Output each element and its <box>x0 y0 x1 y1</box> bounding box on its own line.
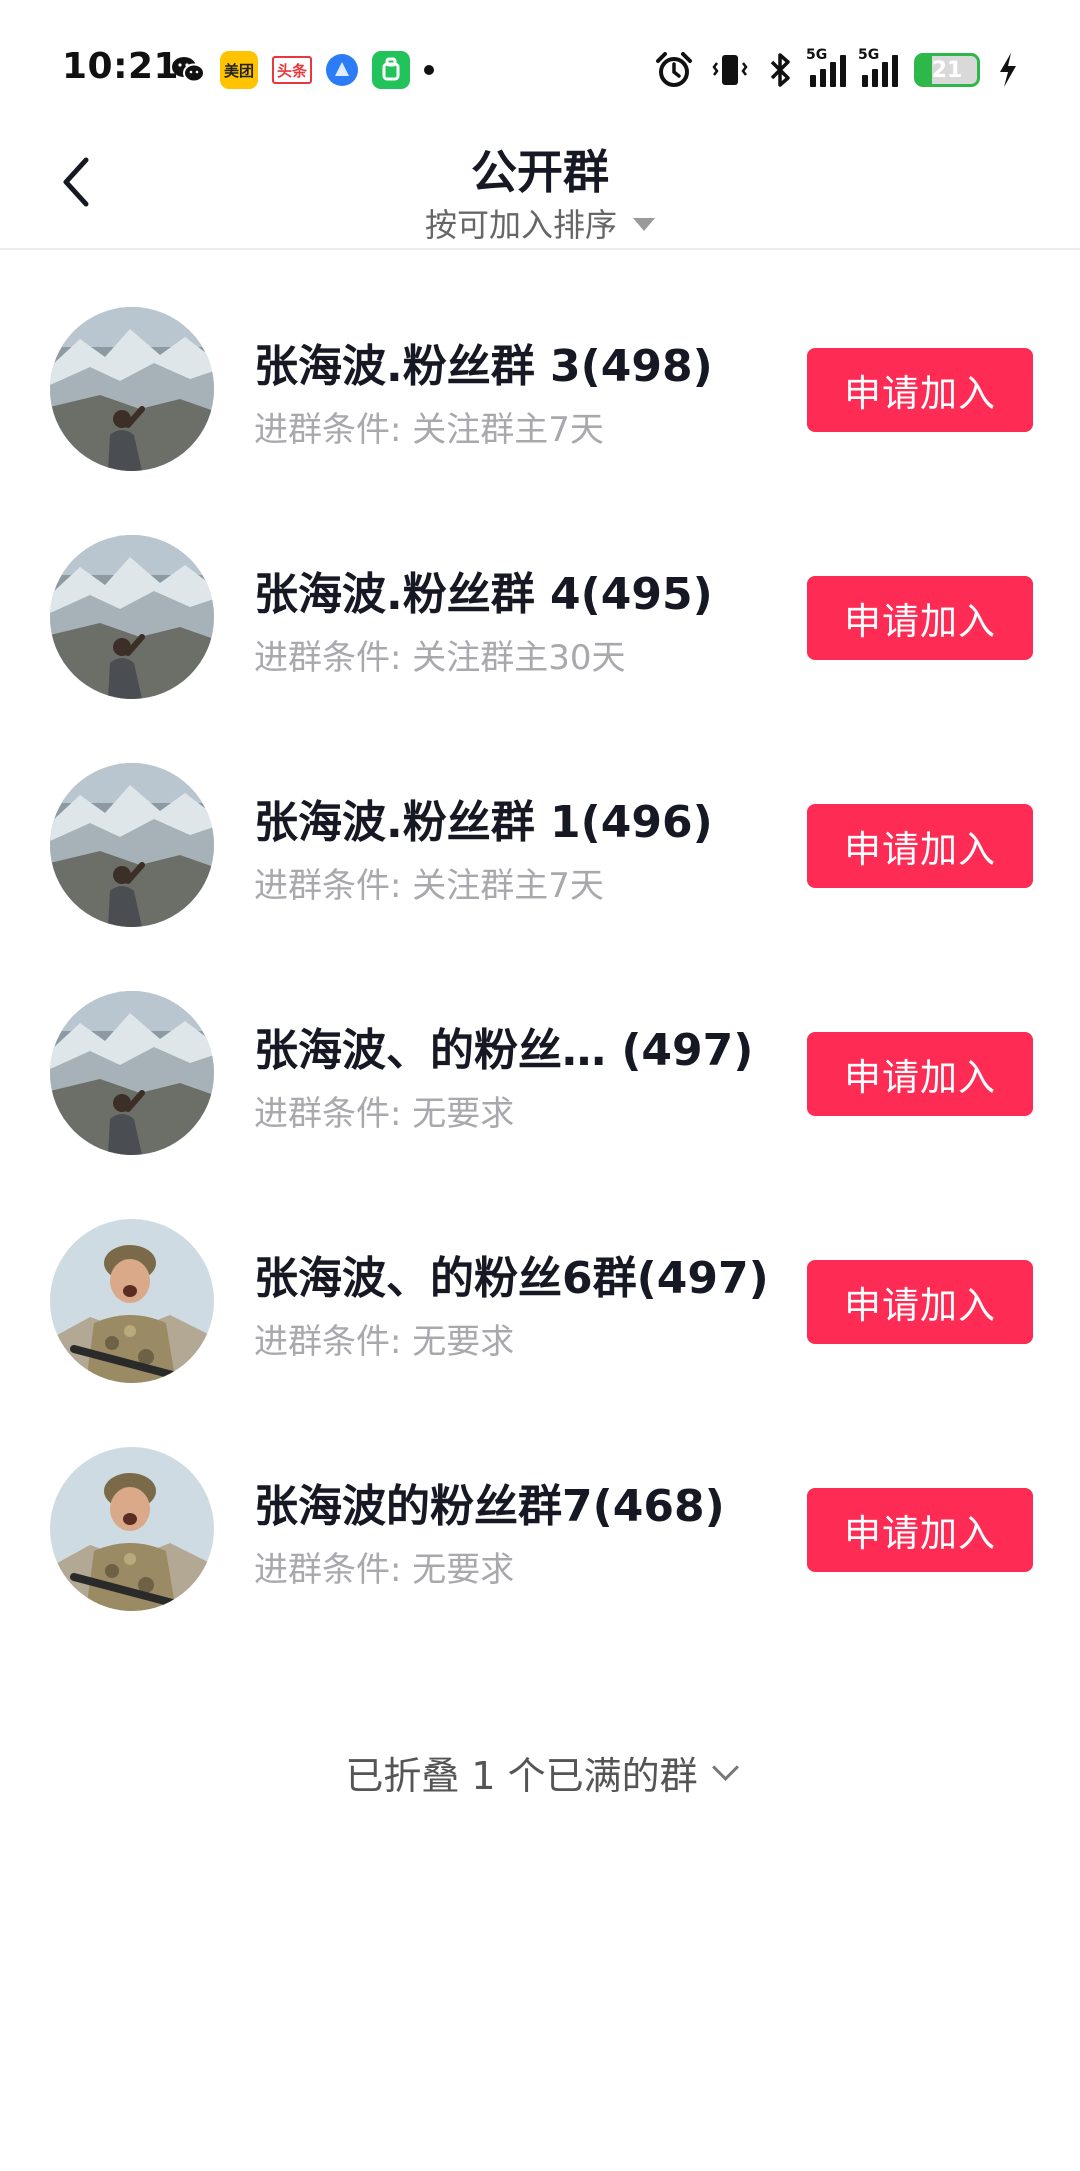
alarm-icon <box>656 52 692 87</box>
green-app-icon <box>372 51 410 89</box>
status-time: 10:21 <box>62 46 180 87</box>
page-title: 公开群 <box>471 145 609 199</box>
sort-dropdown[interactable]: 按可加入排序 <box>0 200 1080 246</box>
group-list-item[interactable]: 张海波.粉丝群 4(495) 进群条件: 关注群主30天 申请加入 <box>0 478 1080 706</box>
group-join-condition: 进群条件: 关注群主7天 <box>254 410 604 450</box>
group-name: 张海波.粉丝群 4(495) <box>254 569 713 620</box>
group-name: 张海波.粉丝群 3(498) <box>254 341 713 392</box>
header: 公开群 按可加入排序 <box>0 130 1080 250</box>
collapsed-groups-toggle[interactable]: 已折叠 1 个已满的群 <box>0 1745 1080 1800</box>
dot-icon <box>424 65 434 75</box>
sort-label: 按可加入排序 <box>424 206 617 244</box>
mountain-avatar[interactable] <box>50 307 214 471</box>
group-list-item[interactable]: 张海波、的粉丝… (497) 进群条件: 无要求 申请加入 <box>0 934 1080 1162</box>
signal-tag: 5G <box>806 47 828 63</box>
notification-icons: 美团 头条 <box>170 50 434 90</box>
vibrate-icon <box>712 55 748 85</box>
group-list: 张海波.粉丝群 3(498) 进群条件: 关注群主7天 申请加入 张海波.粉丝群 4… <box>0 250 1080 1618</box>
soldier-avatar[interactable] <box>50 1447 214 1611</box>
signal-icon: 5G <box>806 47 846 87</box>
apply-join-button[interactable]: 申请加入 <box>807 348 1033 432</box>
signal-icon: 5G <box>858 47 898 87</box>
mountain-avatar[interactable] <box>50 535 214 699</box>
apply-join-button[interactable]: 申请加入 <box>807 1260 1033 1344</box>
group-name: 张海波.粉丝群 1(496) <box>254 797 713 848</box>
group-join-condition: 进群条件: 无要求 <box>254 1550 515 1590</box>
meituan-label: 美团 <box>223 61 254 80</box>
charging-icon <box>1000 53 1016 87</box>
group-join-condition: 进群条件: 无要求 <box>254 1322 515 1362</box>
bluetooth-icon <box>770 53 790 87</box>
mountain-avatar[interactable] <box>50 763 214 927</box>
wechat-icon <box>170 51 206 89</box>
group-name: 张海波的粉丝群7(468) <box>254 1481 725 1532</box>
group-name: 张海波、的粉丝… (497) <box>254 1025 754 1076</box>
chevron-down-icon <box>711 1754 739 1781</box>
apply-join-button[interactable]: 申请加入 <box>807 804 1033 888</box>
soldier-avatar[interactable] <box>50 1219 214 1383</box>
group-list-item[interactable]: 张海波的粉丝群7(468) 进群条件: 无要求 申请加入 <box>0 1390 1080 1618</box>
apply-join-button[interactable]: 申请加入 <box>807 1488 1033 1572</box>
signal-tag: 5G <box>858 47 880 63</box>
apply-join-button[interactable]: 申请加入 <box>807 576 1033 660</box>
group-join-condition: 进群条件: 关注群主7天 <box>254 866 604 906</box>
collapsed-groups-label: 已折叠 1 个已满的群 <box>345 1754 698 1798</box>
group-list-item[interactable]: 张海波.粉丝群 3(498) 进群条件: 关注群主7天 申请加入 <box>0 250 1080 478</box>
status-bar: 10:21 美团 头条 5G 5G 21 <box>0 0 1080 140</box>
battery-icon: 21 <box>914 53 980 87</box>
battery-level: 21 <box>931 57 963 83</box>
caret-down-icon <box>633 217 655 231</box>
group-list-item[interactable]: 张海波.粉丝群 1(496) 进群条件: 关注群主7天 申请加入 <box>0 706 1080 934</box>
group-name: 张海波、的粉丝6群(497) <box>254 1253 769 1304</box>
group-join-condition: 进群条件: 关注群主30天 <box>254 638 626 678</box>
meituan-icon: 美团 <box>220 51 258 89</box>
toutiao-label: 头条 <box>276 61 307 80</box>
group-join-condition: 进群条件: 无要求 <box>254 1094 515 1134</box>
system-icons: 5G 5G 21 <box>654 47 1020 92</box>
blue-app-icon <box>326 54 358 86</box>
mountain-avatar[interactable] <box>50 991 214 1155</box>
group-list-item[interactable]: 张海波、的粉丝6群(497) 进群条件: 无要求 申请加入 <box>0 1162 1080 1390</box>
toutiao-icon: 头条 <box>272 56 312 84</box>
apply-join-button[interactable]: 申请加入 <box>807 1032 1033 1116</box>
